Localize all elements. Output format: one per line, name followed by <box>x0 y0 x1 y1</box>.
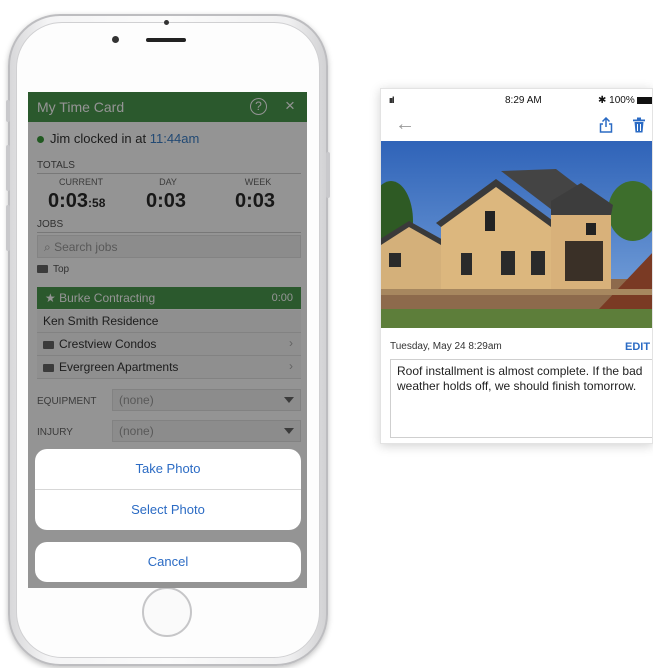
earpiece-speaker <box>146 38 186 42</box>
cancel-button[interactable]: Cancel <box>35 542 301 582</box>
marketing-composite: My Time Card ? × Jim clocked in at 11:44… <box>0 0 653 668</box>
trash-icon[interactable] <box>632 117 646 133</box>
signal-icon: ııl <box>389 95 394 105</box>
volume-down-button <box>6 205 10 251</box>
battery-icon <box>636 96 652 104</box>
proximity-sensor <box>164 20 169 25</box>
status-bar: ııl 8:29 AM ✱ 100% <box>381 89 652 111</box>
battery-status: ✱ 100% <box>598 95 652 106</box>
nav-bar: ← <box>381 111 652 141</box>
time-card-screen: My Time Card ? × Jim clocked in at 11:44… <box>28 92 307 588</box>
photo-action-sheet: Take Photo Select Photo <box>35 449 301 530</box>
select-photo-button[interactable]: Select Photo <box>35 490 301 530</box>
share-icon[interactable] <box>599 117 613 133</box>
status-time: 8:29 AM <box>505 95 542 106</box>
bluetooth-icon: ✱ <box>598 95 607 106</box>
take-photo-button[interactable]: Take Photo <box>35 449 301 489</box>
cancel-sheet: Cancel <box>35 542 301 582</box>
photo-note-screen: ııl 8:29 AM ✱ 100% ← Tuesday, May 24 8:2… <box>380 88 653 444</box>
photo-date: Tuesday, May 24 8:29am <box>390 341 502 352</box>
front-camera <box>112 36 119 43</box>
battery-percent: 100% <box>609 95 635 106</box>
power-button <box>326 152 330 198</box>
edit-button[interactable]: EDIT <box>625 341 650 353</box>
mute-switch <box>6 100 10 122</box>
volume-up-button <box>6 145 10 191</box>
home-button[interactable] <box>142 587 192 637</box>
construction-photo[interactable] <box>381 141 653 328</box>
back-arrow-icon[interactable]: ← <box>395 113 415 136</box>
photo-note-text[interactable]: Roof installment is almost complete. If … <box>390 359 652 438</box>
